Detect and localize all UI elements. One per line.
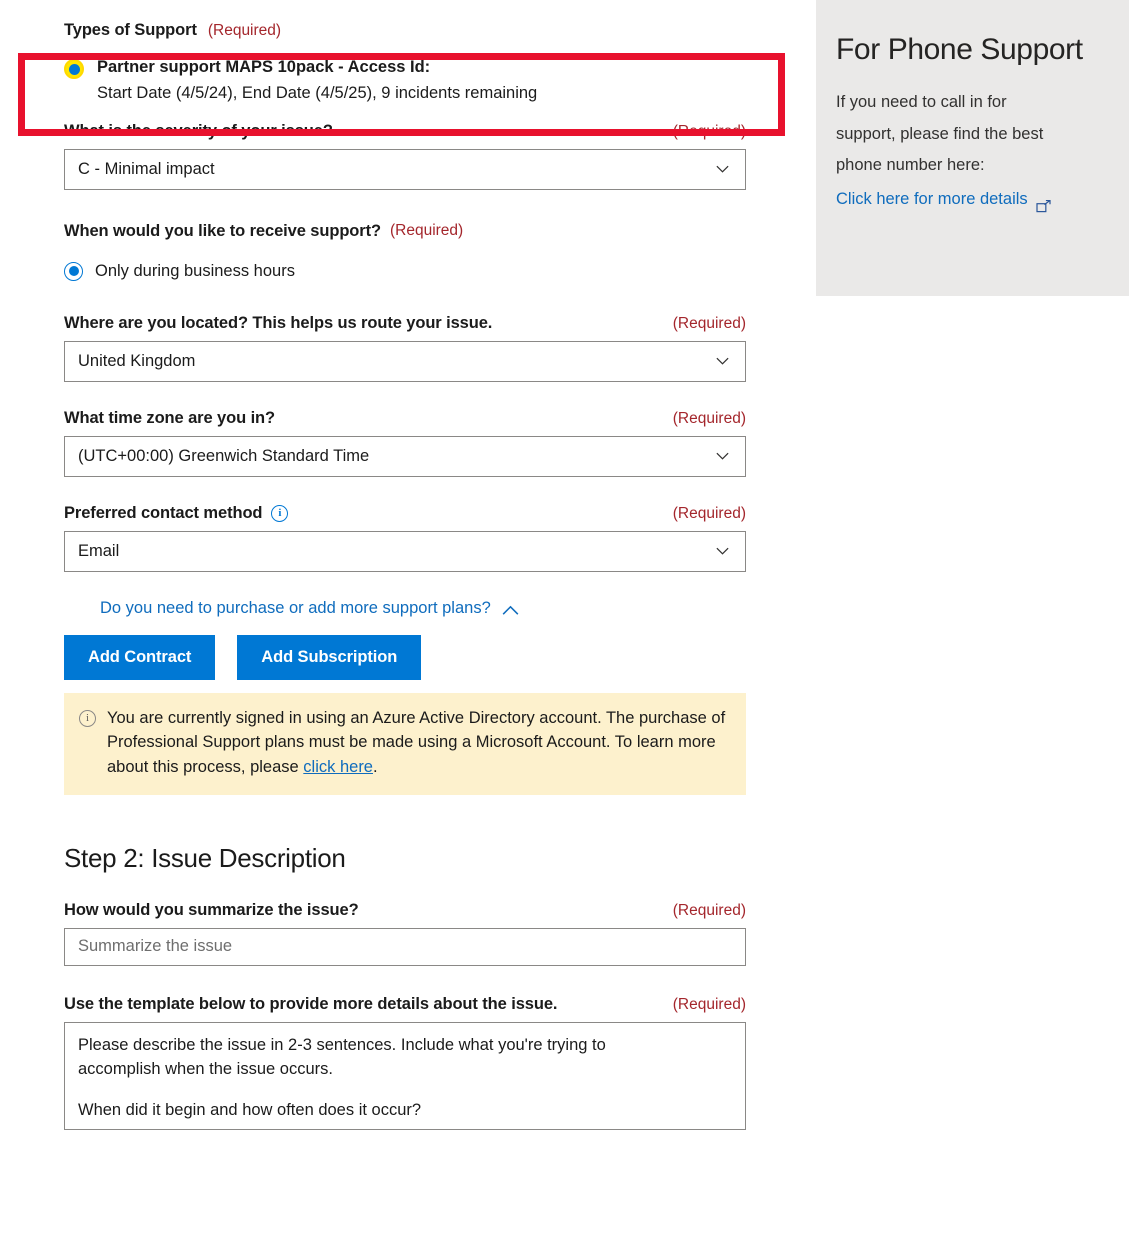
- account-type-alert-text: You are currently signed in using an Azu…: [107, 706, 730, 780]
- phone-support-panel: For Phone Support If you need to call in…: [816, 0, 1129, 296]
- when-support-required: (Required): [389, 222, 464, 239]
- purchase-plans-expander[interactable]: Do you need to purchase or add more supp…: [100, 599, 764, 618]
- details-required: (Required): [672, 995, 746, 1013]
- support-plan-details: Start Date (4/5/24), End Date (4/5/25), …: [97, 83, 538, 102]
- details-label-row: Use the template below to provide more d…: [64, 995, 746, 1014]
- phone-support-title: For Phone Support: [836, 33, 1083, 66]
- details-line-3: When did it begin and how often does it …: [78, 1100, 422, 1119]
- phone-support-line-3: phone number here:: [836, 156, 985, 175]
- contact-method-required: (Required): [672, 504, 746, 522]
- chevron-down-icon[interactable]: [715, 544, 730, 559]
- location-value: United Kingdom: [78, 351, 196, 370]
- chevron-down-icon[interactable]: [715, 354, 730, 369]
- timezone-label-row: What time zone are you in? (Required): [64, 409, 746, 428]
- phone-support-line-2: support, please find the best: [836, 124, 1044, 143]
- purchase-buttons: Add Contract Add Subscription: [64, 634, 764, 680]
- purchase-plans-link[interactable]: Do you need to purchase or add more supp…: [100, 599, 491, 618]
- summary-field: How would you summarize the issue? (Requ…: [64, 901, 764, 966]
- step2-title: Step 2: Issue Description: [64, 842, 346, 873]
- location-label: Where are you located? This helps us rou…: [64, 313, 493, 332]
- when-support-label: When would you like to receive support?: [64, 221, 381, 240]
- severity-select[interactable]: C - Minimal impact: [64, 148, 746, 190]
- timezone-label: What time zone are you in?: [64, 408, 276, 427]
- contact-method-label-row: Preferred contact method i (Required): [64, 504, 746, 523]
- details-line-2: accomplish when the issue occurs.: [78, 1060, 333, 1079]
- details-textarea[interactable]: Please describe the issue in 2-3 sentenc…: [64, 1021, 746, 1130]
- summary-label: How would you summarize the issue?: [64, 900, 359, 919]
- chevron-up-icon[interactable]: [502, 603, 519, 615]
- phone-support-link[interactable]: Click here for more details: [836, 184, 1028, 216]
- types-of-support-required: (Required): [207, 22, 282, 39]
- timezone-value: (UTC+00:00) Greenwich Standard Time: [78, 446, 370, 465]
- phone-support-link-row[interactable]: Click here for more details: [836, 184, 1105, 216]
- phone-support-body: If you need to call in for support, plea…: [836, 87, 1105, 216]
- contact-method-field: Preferred contact method i (Required) Em…: [64, 504, 764, 572]
- severity-required: (Required): [672, 122, 746, 140]
- timezone-select[interactable]: (UTC+00:00) Greenwich Standard Time: [64, 435, 746, 477]
- business-hours-label: Only during business hours: [95, 261, 295, 280]
- details-label: Use the template below to provide more d…: [64, 994, 558, 1013]
- when-support-label-row: When would you like to receive support? …: [64, 222, 764, 241]
- severity-field: What is the severity of your issue? (Req…: [64, 122, 764, 190]
- info-circle-icon[interactable]: i: [271, 504, 289, 522]
- when-support-field: When would you like to receive support? …: [64, 222, 764, 281]
- severity-value: C - Minimal impact: [78, 159, 215, 178]
- contact-method-value: Email: [78, 541, 120, 560]
- location-required: (Required): [672, 314, 746, 332]
- contact-method-label: Preferred contact method: [64, 503, 263, 522]
- support-plan-text: Partner support MAPS 10pack - Access Id:…: [97, 56, 537, 106]
- summary-required: (Required): [672, 901, 746, 919]
- phone-support-line-1: If you need to call in for: [836, 93, 1007, 111]
- alert-click-here-link[interactable]: click here: [303, 758, 373, 776]
- details-blank-line: [78, 1082, 732, 1098]
- chevron-down-icon[interactable]: [715, 162, 730, 177]
- support-plan-option[interactable]: Partner support MAPS 10pack - Access Id:…: [64, 56, 764, 106]
- types-of-support-label: Types of Support: [64, 21, 197, 39]
- chevron-down-icon[interactable]: [715, 449, 730, 464]
- timezone-field: What time zone are you in? (Required) (U…: [64, 409, 764, 477]
- types-of-support-header: Types of Support (Required): [64, 21, 764, 40]
- radio-selected-icon[interactable]: [64, 261, 83, 281]
- timezone-required: (Required): [672, 409, 746, 427]
- account-type-alert: i You are currently signed in using an A…: [64, 692, 746, 795]
- support-form: Types of Support (Required) Partner supp…: [64, 0, 764, 1130]
- alert-text-after: .: [373, 758, 378, 776]
- severity-label: What is the severity of your issue?: [64, 121, 333, 140]
- info-circle-icon: i: [79, 709, 96, 727]
- business-hours-option[interactable]: Only during business hours: [64, 261, 764, 281]
- severity-label-row: What is the severity of your issue? (Req…: [64, 122, 746, 141]
- support-request-page: Types of Support (Required) Partner supp…: [0, 0, 1129, 1250]
- external-link-icon: [1036, 193, 1051, 213]
- location-label-row: Where are you located? This helps us rou…: [64, 314, 746, 333]
- add-contract-button[interactable]: Add Contract: [64, 634, 216, 680]
- alert-text-before: You are currently signed in using an Azu…: [107, 708, 726, 777]
- location-field: Where are you located? This helps us rou…: [64, 314, 764, 382]
- radio-selected-highlighted-icon[interactable]: [64, 59, 84, 79]
- add-subscription-button[interactable]: Add Subscription: [237, 634, 422, 680]
- summary-input[interactable]: Summarize the issue: [64, 927, 746, 966]
- summary-label-row: How would you summarize the issue? (Requ…: [64, 901, 746, 920]
- location-select[interactable]: United Kingdom: [64, 340, 746, 382]
- support-plan-title: Partner support MAPS 10pack - Access Id:: [97, 58, 431, 76]
- contact-method-select[interactable]: Email: [64, 530, 746, 572]
- details-field: Use the template below to provide more d…: [64, 995, 764, 1130]
- contact-method-label-group: Preferred contact method i: [64, 503, 289, 523]
- details-line-1: Please describe the issue in 2-3 sentenc…: [78, 1035, 606, 1054]
